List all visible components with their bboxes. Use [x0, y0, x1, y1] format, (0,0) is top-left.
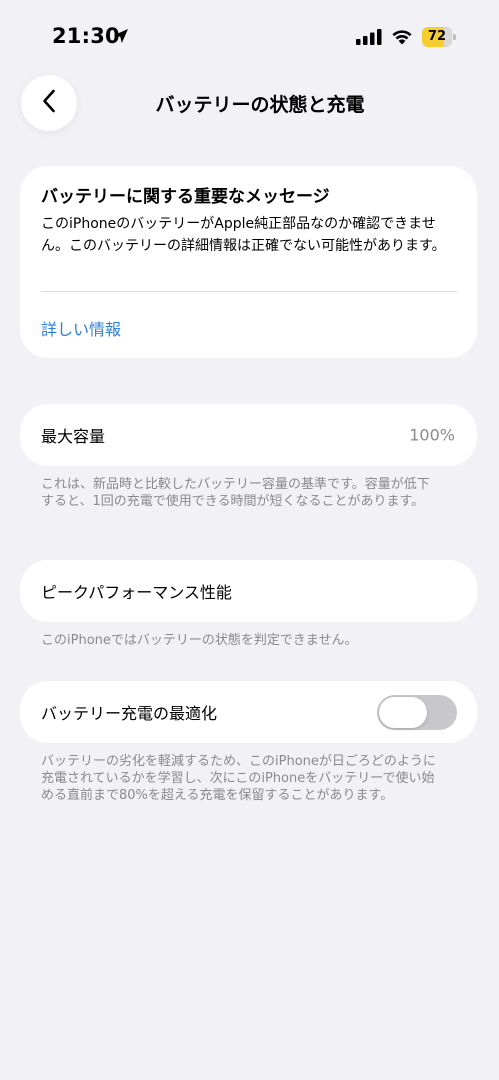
message-title: バッテリーに関する重要なメッセージ	[41, 187, 330, 207]
charging-optimization-label: バッテリー充電の最適化	[41, 704, 218, 723]
location-arrow-icon	[113, 28, 129, 44]
learn-more-link[interactable]: 詳しい情報	[41, 316, 121, 340]
peak-performance-label: ピークパフォーマンス性能	[41, 583, 232, 602]
status-bar: 21:30 72	[0, 0, 499, 72]
charging-optimization-row: バッテリー充電の最適化	[20, 681, 477, 743]
maximum-capacity-label: 最大容量	[41, 427, 106, 446]
maximum-capacity-value: 100%	[409, 425, 455, 445]
charging-optimization-toggle[interactable]	[377, 695, 457, 730]
battery-level: 72	[427, 29, 447, 44]
chevron-left-icon	[42, 89, 56, 117]
peak-performance-note: このiPhoneではバッテリーの状態を判定できません。	[41, 633, 358, 648]
status-time: 21:30	[52, 24, 120, 48]
charging-optimization-note: バッテリーの劣化を軽減するため、このiPhoneが日ごろどのように充電されている…	[41, 754, 436, 803]
divider	[41, 291, 457, 292]
cellular-signal-icon	[356, 29, 382, 45]
peak-performance-row: ピークパフォーマンス性能	[20, 560, 477, 622]
toggle-knob	[379, 697, 427, 728]
page-title: バッテリーの状態と充電	[155, 94, 365, 116]
battery-icon: 72	[422, 27, 456, 47]
battery-tip	[453, 34, 456, 40]
maximum-capacity-row: 最大容量 100%	[20, 404, 477, 466]
battery-message-card: バッテリーに関する重要なメッセージ このiPhoneのバッテリーがApple純正…	[20, 166, 477, 358]
wifi-icon	[391, 28, 413, 45]
message-body: このiPhoneのバッテリーがApple純正部品なのか確認できません。このバッテ…	[41, 216, 446, 254]
maximum-capacity-note: これは、新品時と比較したバッテリー容量の基準です。容量が低下すると、1回の充電で…	[41, 477, 430, 509]
back-button[interactable]	[21, 75, 77, 131]
